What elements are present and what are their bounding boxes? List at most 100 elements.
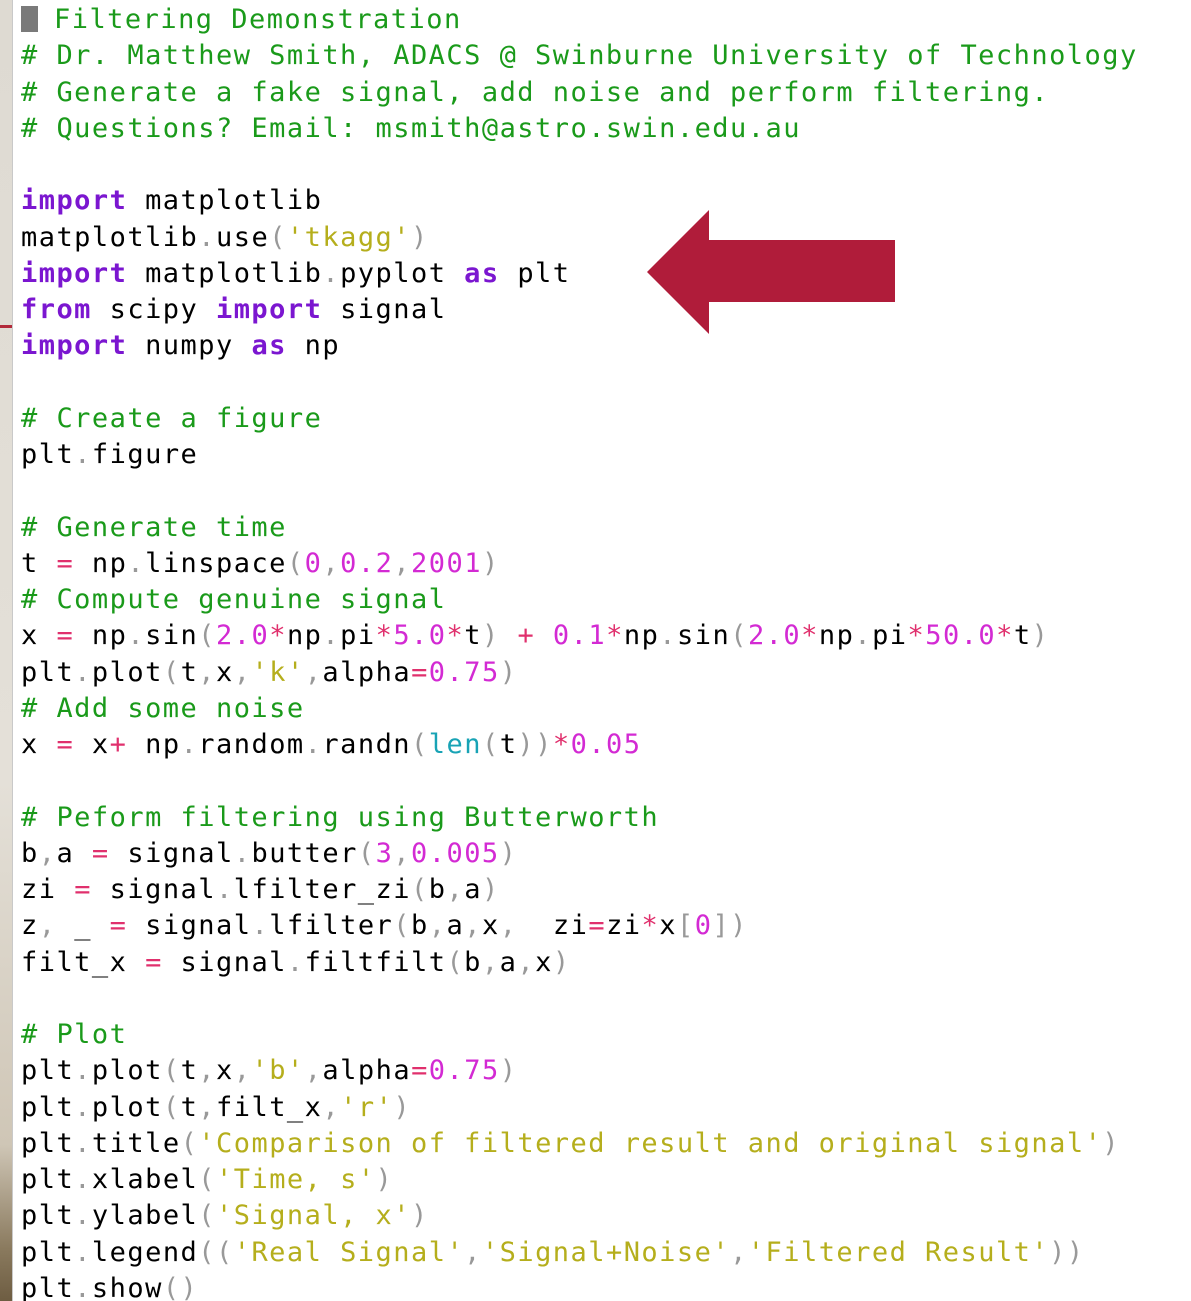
code-token-plain: randn — [322, 729, 412, 760]
code-token-plain: ylabel — [91, 1200, 199, 1232]
code-line[interactable]: from scipy import signal — [21, 292, 446, 328]
code-token-plain: b — [21, 837, 39, 869]
code-token-plain: signal — [109, 837, 234, 869]
code-token-plain: butter — [251, 837, 358, 869]
code-line[interactable]: # Add some noise — [21, 691, 305, 727]
code-token-plain: pyplot — [340, 257, 465, 289]
code-token-punct: ( — [162, 656, 181, 688]
arrow-shape — [647, 210, 895, 334]
code-line[interactable]: plt.title('Comparison of filtered result… — [21, 1126, 1120, 1162]
code-token-plain: signal — [322, 294, 447, 325]
code-token-plain: matplotlib — [127, 257, 323, 289]
code-token-punct: , — [233, 1055, 252, 1087]
code-line[interactable]: filt_x = signal.filtfilt(b,a,x) — [21, 945, 571, 981]
code-token-plain: title — [91, 1127, 181, 1159]
code-token-op: * — [446, 620, 465, 652]
code-token-number: 0.2 — [340, 547, 394, 579]
code-token-punct: . — [251, 910, 270, 942]
code-token-punct: . — [233, 837, 252, 869]
code-line[interactable]: # Peform filtering using Butterworth — [21, 800, 659, 836]
code-token-op: * — [996, 620, 1014, 652]
code-line[interactable]: # Compute genuine signal — [21, 582, 446, 618]
code-line[interactable]: # Generate a fake signal, add noise and … — [21, 75, 1049, 111]
code-token-number: 3 — [375, 837, 394, 869]
code-token-comment: # Peform filtering using Butterworth — [21, 801, 660, 833]
code-token-punct: ( — [198, 620, 217, 652]
code-line[interactable]: # Create a figure — [21, 401, 322, 437]
code-line[interactable]: x = np.sin(2.0*np.pi*5.0*t) + 0.1*np.sin… — [21, 618, 1049, 654]
code-token-plain: matplotlib — [127, 185, 323, 217]
code-line[interactable]: plt.figure — [21, 437, 198, 473]
code-token-plain: xlabel — [91, 1164, 199, 1195]
code-token-punct: ) — [411, 221, 429, 253]
code-line[interactable]: matplotlib.use('tkagg') — [21, 220, 429, 256]
code-line[interactable]: x = x+ np.random.randn(len(t))*0.05 — [21, 727, 642, 763]
code-line[interactable]: # Generate time — [21, 510, 287, 546]
code-token-plain: x — [659, 910, 677, 942]
code-token-punct: . — [74, 1272, 92, 1301]
code-token-op: + — [517, 620, 536, 652]
code-token-punct: ( — [730, 620, 748, 652]
code-token-op: = — [56, 547, 75, 579]
code-token-punct: . — [74, 1236, 92, 1268]
code-token-plain: numpy — [127, 330, 252, 362]
code-line[interactable]: plt.plot(t,filt_x,'r') — [21, 1090, 411, 1126]
code-token-punct: [ — [676, 910, 695, 942]
code-line[interactable]: # Plot — [21, 1017, 127, 1053]
code-token-plain: lfilter_zi — [233, 874, 411, 905]
code-line[interactable]: # Dr. Matthew Smith, ADACS @ Swinburne U… — [21, 38, 1138, 74]
code-line[interactable]: plt.xlabel('Time, s') — [21, 1162, 393, 1198]
code-editor[interactable]: Filtering Demonstration # Dr. Matthew Smi… — [21, 0, 1191, 1301]
code-token-plain: signal — [162, 946, 287, 978]
code-line[interactable]: import matplotlib — [21, 183, 322, 219]
code-token-punct: ) — [552, 946, 571, 978]
code-token-punct: . — [127, 547, 146, 579]
code-token-punct: , — [304, 1055, 323, 1087]
code-line[interactable]: zi = signal.lfilter_zi(b,a) — [21, 872, 500, 908]
code-token-comment: Filtering Demonstration — [54, 4, 462, 35]
code-token-punct: , — [233, 656, 252, 688]
code-line[interactable]: z, _ = signal.lfilter(b,a,x, zi=zi*x[0]) — [21, 908, 748, 944]
code-token-string: 'Signal+Noise' — [481, 1236, 731, 1268]
code-line[interactable]: plt.show() — [21, 1271, 198, 1301]
code-line[interactable]: Filtering Demonstration — [21, 2, 462, 38]
code-token-op: = — [145, 946, 163, 978]
code-token-plain: linspace — [145, 547, 287, 579]
code-token-punct: . — [198, 221, 216, 253]
code-token-op: = — [74, 874, 92, 905]
code-line[interactable]: # Questions? Email: msmith@astro.swin.ed… — [21, 111, 801, 147]
code-token-plain: t — [180, 656, 199, 688]
code-line[interactable]: plt.ylabel('Signal, x') — [21, 1198, 429, 1234]
code-token-plain: plt — [21, 1091, 75, 1123]
code-token-punct: , — [198, 1055, 217, 1087]
code-token-punct: , — [38, 837, 57, 869]
code-token-punct: . — [304, 729, 323, 760]
code-token-punct: . — [74, 1200, 92, 1232]
code-token-plain: use — [216, 221, 270, 253]
code-token-plain: a — [56, 837, 92, 869]
code-token-number: 2001 — [411, 547, 482, 579]
code-token-punct: , — [393, 547, 412, 579]
code-line[interactable]: plt.legend(('Real Signal','Signal+Noise'… — [21, 1235, 1085, 1271]
code-token-plain: z — [21, 910, 39, 942]
code-token-punct: ) — [375, 1164, 394, 1195]
code-token-plain: lfilter — [269, 910, 394, 942]
code-token-keyword: import — [215, 294, 323, 325]
code-line[interactable]: import matplotlib.pyplot as plt — [21, 256, 571, 292]
code-token-plain: t — [1013, 620, 1032, 652]
code-line[interactable]: import numpy as np — [21, 328, 340, 364]
code-token-plain: sin — [677, 620, 731, 652]
code-line[interactable]: plt.plot(t,x,'k',alpha=0.75) — [21, 655, 517, 691]
code-token-plain: figure — [91, 439, 199, 470]
code-line[interactable]: t = np.linspace(0,0.2,2001) — [21, 546, 500, 582]
code-token-punct: ( — [180, 1127, 199, 1159]
code-token-number: 0.75 — [428, 1055, 500, 1087]
code-token-number: 5.0 — [393, 620, 447, 652]
code-token-punct: ]) — [712, 910, 748, 942]
code-line[interactable]: plt.plot(t,x,'b',alpha=0.75) — [21, 1053, 517, 1089]
code-token-number: 0 — [304, 547, 323, 579]
code-token-punct: ) — [393, 1091, 412, 1123]
code-token-plain: x — [216, 1055, 234, 1087]
code-line[interactable]: b,a = signal.butter(3,0.005) — [21, 836, 517, 872]
